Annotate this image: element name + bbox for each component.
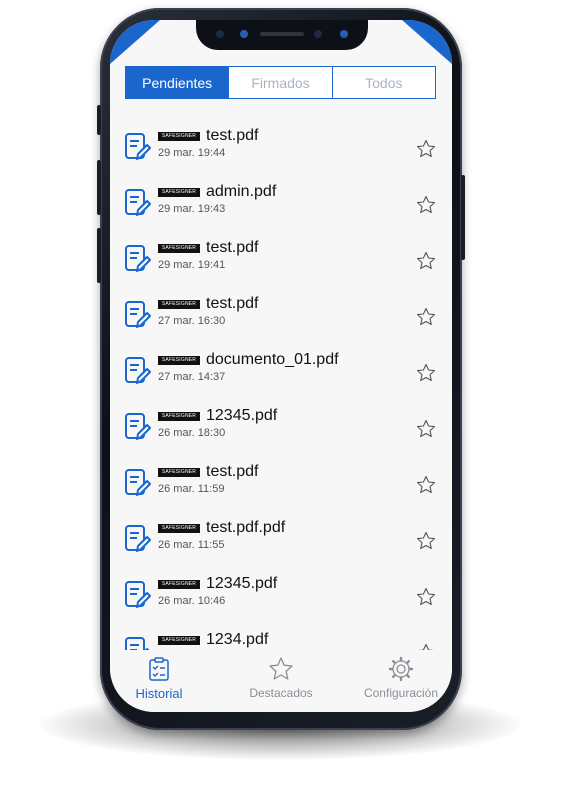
safesigner-badge: SAFESIGNER: [158, 356, 200, 365]
document-edit-icon: [125, 469, 151, 496]
list-item[interactable]: SAFESIGNER admin.pdf 29 mar. 19:43: [110, 176, 452, 232]
nav-historial-label: Historial: [135, 686, 183, 701]
sensor-dot: [216, 30, 224, 38]
nav-configuracion-label: Configuración: [363, 686, 439, 700]
document-date: 26 mar. 11:59: [158, 483, 225, 495]
nav-destacados-label: Destacados: [249, 686, 313, 700]
document-edit-icon: [125, 637, 150, 650]
list-item[interactable]: SAFESIGNER test.pdf 26 mar. 11:59: [110, 456, 452, 512]
star-icon[interactable]: [416, 475, 436, 495]
document-edit-icon: [125, 413, 151, 440]
safesigner-badge: SAFESIGNER: [158, 188, 200, 197]
star-icon[interactable]: [416, 251, 436, 271]
gear-icon: [388, 656, 414, 682]
document-name: documento_01.pdf: [206, 351, 339, 368]
safesigner-badge: SAFESIGNER: [158, 412, 200, 421]
document-date: 26 mar. 10:46: [158, 595, 226, 607]
document-date: 27 mar. 16:30: [158, 315, 226, 327]
list-item[interactable]: SAFESIGNER 12345.pdf 26 mar. 18:30: [110, 400, 452, 456]
clipboard-checklist-icon: [149, 657, 169, 681]
document-name: test.pdf.pdf: [206, 519, 286, 536]
document-date: 26 mar. 18:30: [158, 427, 226, 439]
nav-historial[interactable]: Historial: [110, 650, 214, 712]
document-name: admin.pdf: [206, 183, 277, 200]
document-name: 12345.pdf: [206, 575, 278, 592]
document-date: 29 mar. 19:43: [158, 203, 226, 215]
document-date: 26 mar. 11:55: [158, 539, 225, 551]
header-accent-left: [110, 20, 160, 64]
app-screen: Pendientes Firmados Todos SAFESIGNER tes…: [110, 20, 452, 712]
list-item[interactable]: SAFESIGNER test.pdf 29 mar. 19:41: [110, 232, 452, 288]
document-date: 29 mar. 19:41: [158, 259, 226, 271]
list-item[interactable]: SAFESIGNER documento_01.pdf 27 mar. 14:3…: [110, 344, 452, 400]
safesigner-badge: SAFESIGNER: [158, 244, 200, 253]
document-name: 1234.pdf: [206, 631, 269, 648]
star-icon[interactable]: [416, 531, 436, 551]
document-date: 29 mar. 19:44: [158, 147, 226, 159]
document-edit-icon: [125, 581, 151, 608]
document-date: 27 mar. 14:37: [158, 371, 226, 383]
tab-firmados[interactable]: Firmados: [228, 67, 331, 98]
document-name: test.pdf: [206, 463, 259, 480]
nav-destacados[interactable]: Destacados: [226, 650, 336, 712]
document-name: test.pdf: [206, 239, 259, 256]
star-icon[interactable]: [416, 139, 436, 159]
safesigner-badge: SAFESIGNER: [158, 636, 200, 645]
safesigner-badge: SAFESIGNER: [158, 132, 200, 141]
document-edit-icon: [125, 189, 151, 216]
document-edit-icon: [125, 525, 151, 552]
document-name: 12345.pdf: [206, 407, 278, 424]
star-icon[interactable]: [416, 587, 436, 607]
camera-dot: [240, 30, 248, 38]
document-name: test.pdf: [206, 127, 259, 144]
star-icon[interactable]: [416, 643, 436, 650]
front-camera: [340, 30, 348, 38]
safesigner-badge: SAFESIGNER: [158, 524, 200, 533]
star-icon: [269, 657, 293, 680]
speaker-grille: [260, 32, 304, 36]
volume-down-button: [97, 228, 101, 283]
tab-pendientes[interactable]: Pendientes: [126, 67, 229, 98]
header-accent-right: [402, 20, 452, 64]
volume-up-button: [97, 160, 101, 215]
mute-switch: [97, 105, 101, 135]
star-icon[interactable]: [416, 195, 436, 215]
safesigner-badge: SAFESIGNER: [158, 300, 200, 309]
list-item[interactable]: SAFESIGNER test.pdf.pdf 26 mar. 11:55: [110, 512, 452, 568]
document-edit-icon: [125, 245, 151, 272]
tab-todos[interactable]: Todos: [331, 67, 435, 98]
list-item[interactable]: SAFESIGNER 1234.pdf: [110, 624, 452, 650]
power-button: [461, 175, 465, 260]
star-icon[interactable]: [416, 419, 436, 439]
list-item[interactable]: SAFESIGNER test.pdf 27 mar. 16:30: [110, 288, 452, 344]
bottom-navigation: Historial Destacados Configuración: [110, 650, 452, 712]
list-item[interactable]: SAFESIGNER test.pdf 29 mar. 19:44: [110, 120, 452, 176]
document-edit-icon: [125, 133, 151, 160]
document-edit-icon: [125, 301, 151, 328]
safesigner-badge: SAFESIGNER: [158, 468, 200, 477]
document-edit-icon: [125, 357, 151, 384]
sensor-dot: [314, 30, 322, 38]
safesigner-badge: SAFESIGNER: [158, 580, 200, 589]
document-list: SAFESIGNER test.pdf 29 mar. 19:44 SAFESI…: [110, 110, 452, 650]
filter-tabs: Pendientes Firmados Todos: [125, 66, 436, 99]
phone-notch: [196, 20, 368, 50]
star-icon[interactable]: [416, 307, 436, 327]
nav-configuracion[interactable]: Configuración: [346, 650, 452, 712]
star-icon[interactable]: [416, 363, 436, 383]
document-name: test.pdf: [206, 295, 259, 312]
list-item[interactable]: SAFESIGNER 12345.pdf 26 mar. 10:46: [110, 568, 452, 624]
